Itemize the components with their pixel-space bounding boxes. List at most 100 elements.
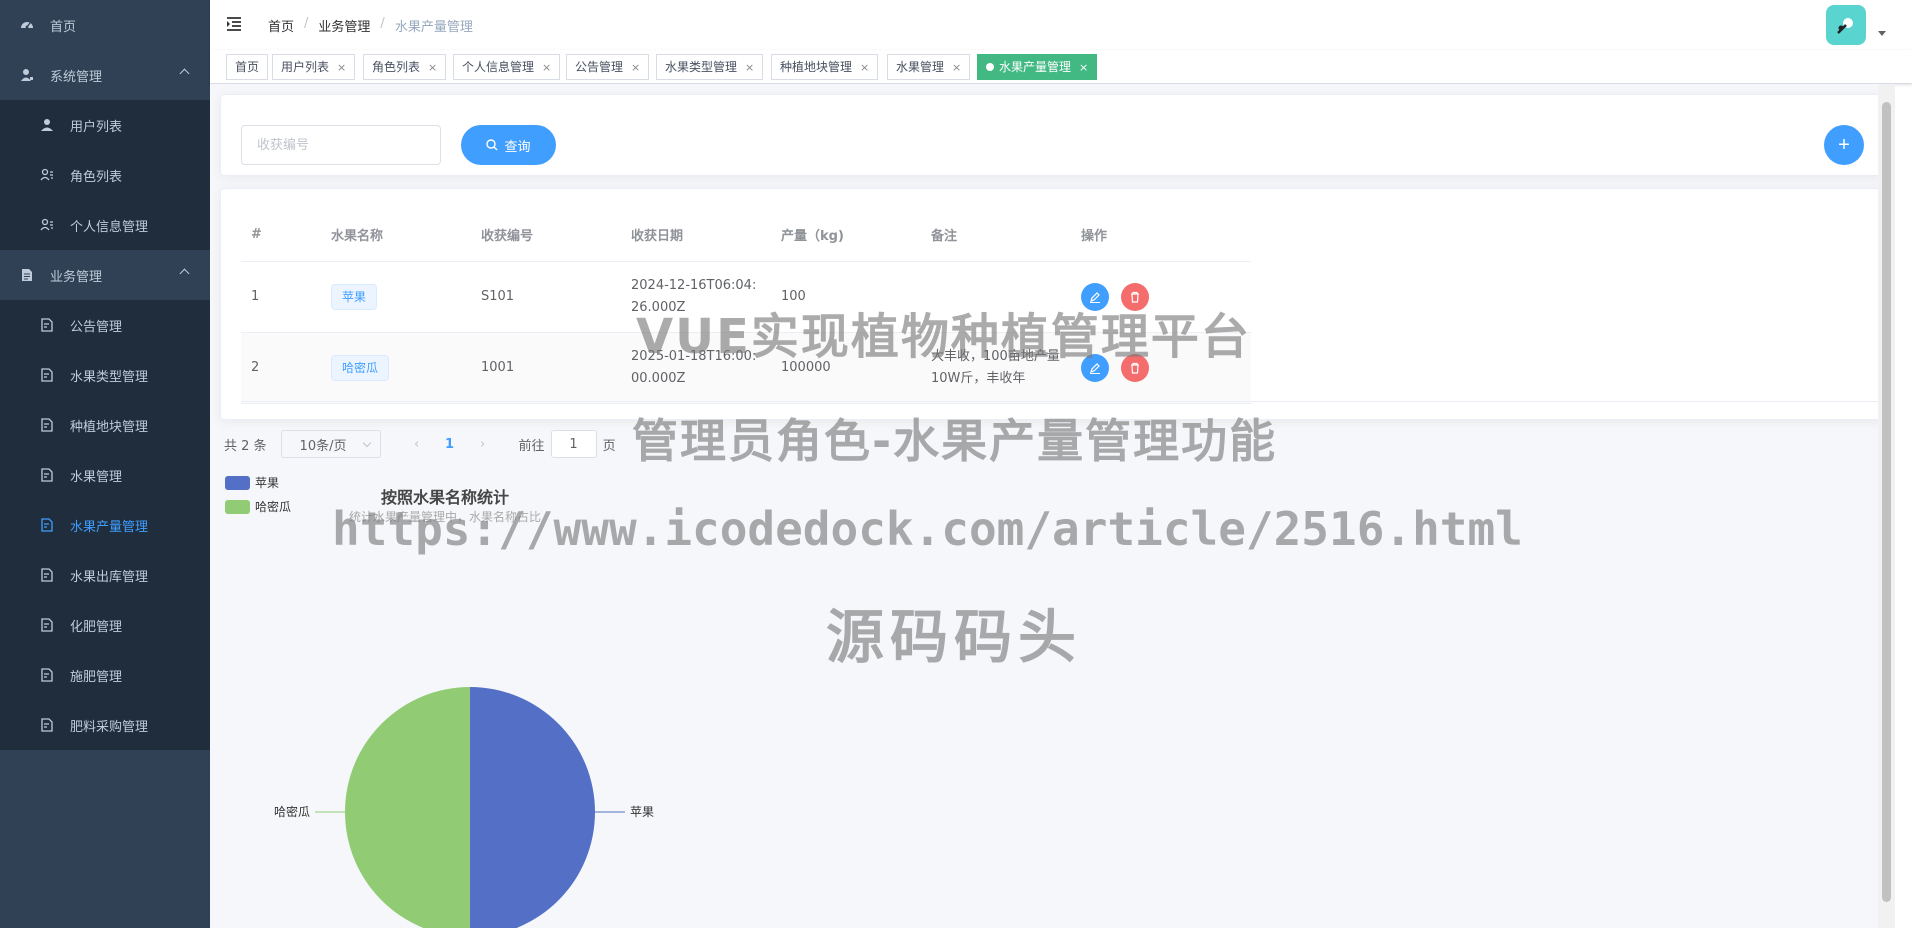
document-edit-icon: [40, 418, 54, 432]
sidebar-item-label: 个人信息管理: [70, 219, 149, 235]
document-edit-icon: [40, 718, 54, 732]
breadcrumb: 首页 / 业务管理 / 水果产量管理: [268, 16, 473, 35]
column-header: 产量（kg): [771, 209, 921, 262]
edit-icon: [1090, 362, 1100, 374]
vertical-scrollbar[interactable]: [1878, 84, 1895, 928]
page-number[interactable]: 1: [435, 437, 465, 452]
sidebar-item-fruit-yield[interactable]: 水果产量管理: [0, 500, 210, 550]
avatar[interactable]: [1826, 5, 1866, 45]
pie-label-1: 哈密瓜: [274, 804, 310, 819]
breadcrumb-separator: /: [304, 16, 309, 31]
sidebar-item-profile[interactable]: 个人信息管理: [0, 200, 210, 250]
cell-date: 2025-01-18T16:00:00.000Z: [621, 332, 771, 404]
edit-icon: [1090, 291, 1100, 303]
submenu-system: 用户列表 角色列表 个人信息管理: [0, 100, 210, 250]
cell-yield: 100000: [771, 332, 921, 404]
query-button[interactable]: 查询: [461, 125, 556, 165]
goto-prefix: 前往: [518, 438, 545, 454]
scrollbar-thumb[interactable]: [1882, 102, 1891, 902]
page-size-value: 10条/页: [299, 438, 347, 454]
cell-fruit: 苹果: [321, 261, 471, 333]
pagination: 共 2 条 10条/页 ‹ 1 › 前往 页: [224, 430, 616, 458]
trash-icon: [1131, 362, 1140, 374]
menu-fold-icon[interactable]: [226, 16, 244, 32]
cell-note: 大丰收，100亩地产量10W斤，丰收年: [921, 332, 1071, 404]
column-header: 收获编号: [471, 209, 621, 262]
delete-button[interactable]: [1121, 353, 1150, 382]
tag-profile[interactable]: 个人信息管理 ×: [453, 54, 561, 80]
column-header: 操作: [1071, 209, 1251, 262]
cell-code: 1001: [471, 332, 621, 404]
sidebar-item-fertilizing[interactable]: 施肥管理: [0, 650, 210, 700]
close-icon[interactable]: ×: [542, 61, 551, 74]
tag-fruit-yield[interactable]: 水果产量管理 ×: [977, 54, 1098, 80]
delete-button[interactable]: [1121, 282, 1150, 311]
sidebar-item-fruit-type[interactable]: 水果类型管理: [0, 350, 210, 400]
search-icon: [486, 139, 498, 151]
trash-icon: [1131, 291, 1140, 303]
sidebar-item-label: 水果出库管理: [70, 569, 149, 585]
sidebar-group-business[interactable]: 业务管理: [0, 250, 210, 300]
fruit-tag: 苹果: [331, 283, 378, 310]
cell-fruit: 哈密瓜: [321, 332, 471, 404]
sidebar-item-fertilizer[interactable]: 化肥管理: [0, 600, 210, 650]
goto-page-input[interactable]: [550, 430, 597, 458]
tag-fruit-type[interactable]: 水果类型管理 ×: [656, 54, 764, 80]
breadcrumb-current: 水果产量管理: [394, 20, 473, 35]
page-jumper: 前往 页: [519, 430, 616, 458]
sidebar-item-label: 用户列表: [70, 119, 123, 135]
table-card: # 水果名称 收获编号 收获日期 产量（kg) 备注 操作 1 苹果 S101 …: [220, 188, 1886, 420]
sidebar-group-label: 业务管理: [50, 269, 103, 285]
sidebar-item-home[interactable]: 首页: [0, 0, 210, 50]
column-header: #: [241, 209, 321, 262]
sidebar-item-fruit-outbound[interactable]: 水果出库管理: [0, 550, 210, 600]
close-icon[interactable]: ×: [860, 61, 869, 74]
sidebar-item-plot[interactable]: 种植地块管理: [0, 400, 210, 450]
close-icon[interactable]: ×: [745, 61, 754, 74]
close-icon[interactable]: ×: [952, 61, 961, 74]
sidebar-group-system[interactable]: 系统管理: [0, 50, 210, 100]
cell-code: S101: [471, 261, 621, 333]
document-edit-icon: [40, 468, 54, 482]
sidebar-group-label: 系统管理: [50, 69, 103, 85]
sidebar-item-notice[interactable]: 公告管理: [0, 300, 210, 350]
avatar-image-icon: [1837, 18, 1853, 34]
caret-down-icon[interactable]: [1878, 31, 1886, 36]
sidebar-item-fertilizer-purchase[interactable]: 肥料采购管理: [0, 700, 210, 750]
search-card: 查询 +: [220, 94, 1885, 176]
tag-role-list[interactable]: 角色列表 ×: [363, 54, 447, 80]
next-page-button[interactable]: ›: [465, 437, 501, 452]
prev-page-button[interactable]: ‹: [399, 437, 435, 452]
sidebar-item-label: 种植地块管理: [70, 419, 149, 435]
tag-user-list[interactable]: 用户列表 ×: [272, 54, 356, 80]
data-table: # 水果名称 收获编号 收获日期 产量（kg) 备注 操作 1 苹果 S101 …: [241, 209, 1251, 404]
pie-slice-0[interactable]: [470, 687, 595, 928]
breadcrumb-separator: /: [380, 16, 385, 31]
close-icon[interactable]: ×: [631, 61, 640, 74]
sidebar-item-role-list[interactable]: 角色列表: [0, 150, 210, 200]
sidebar-item-user-list[interactable]: 用户列表: [0, 100, 210, 150]
document-icon: [20, 268, 34, 282]
search-input[interactable]: [241, 125, 441, 165]
sidebar-item-label: 水果管理: [70, 469, 123, 485]
tag-fruit[interactable]: 水果管理 ×: [887, 54, 971, 80]
edit-button[interactable]: [1081, 353, 1109, 382]
cell-actions: [1071, 261, 1251, 333]
cell-index: 2: [241, 332, 321, 404]
submenu-business: 公告管理 水果类型管理 种植地块管理 水果管理 水果产量管理 水果出库管理 化肥…: [0, 300, 210, 750]
edit-button[interactable]: [1081, 282, 1109, 311]
close-icon[interactable]: ×: [1079, 61, 1088, 74]
tag-notice[interactable]: 公告管理 ×: [566, 54, 650, 80]
breadcrumb-home[interactable]: 首页: [268, 16, 294, 35]
person-icon: [40, 118, 54, 132]
close-icon[interactable]: ×: [337, 61, 346, 74]
pie-slice-1[interactable]: [345, 687, 470, 928]
sidebar-item-fruit[interactable]: 水果管理: [0, 450, 210, 500]
page-size-select[interactable]: 10条/页: [280, 430, 381, 458]
tag-home[interactable]: 首页: [226, 54, 269, 80]
close-icon[interactable]: ×: [428, 61, 437, 74]
tag-plot[interactable]: 种植地块管理 ×: [771, 54, 879, 80]
active-dot-icon: [986, 63, 994, 71]
add-button[interactable]: +: [1824, 125, 1864, 165]
chevron-down-icon: [362, 438, 371, 448]
